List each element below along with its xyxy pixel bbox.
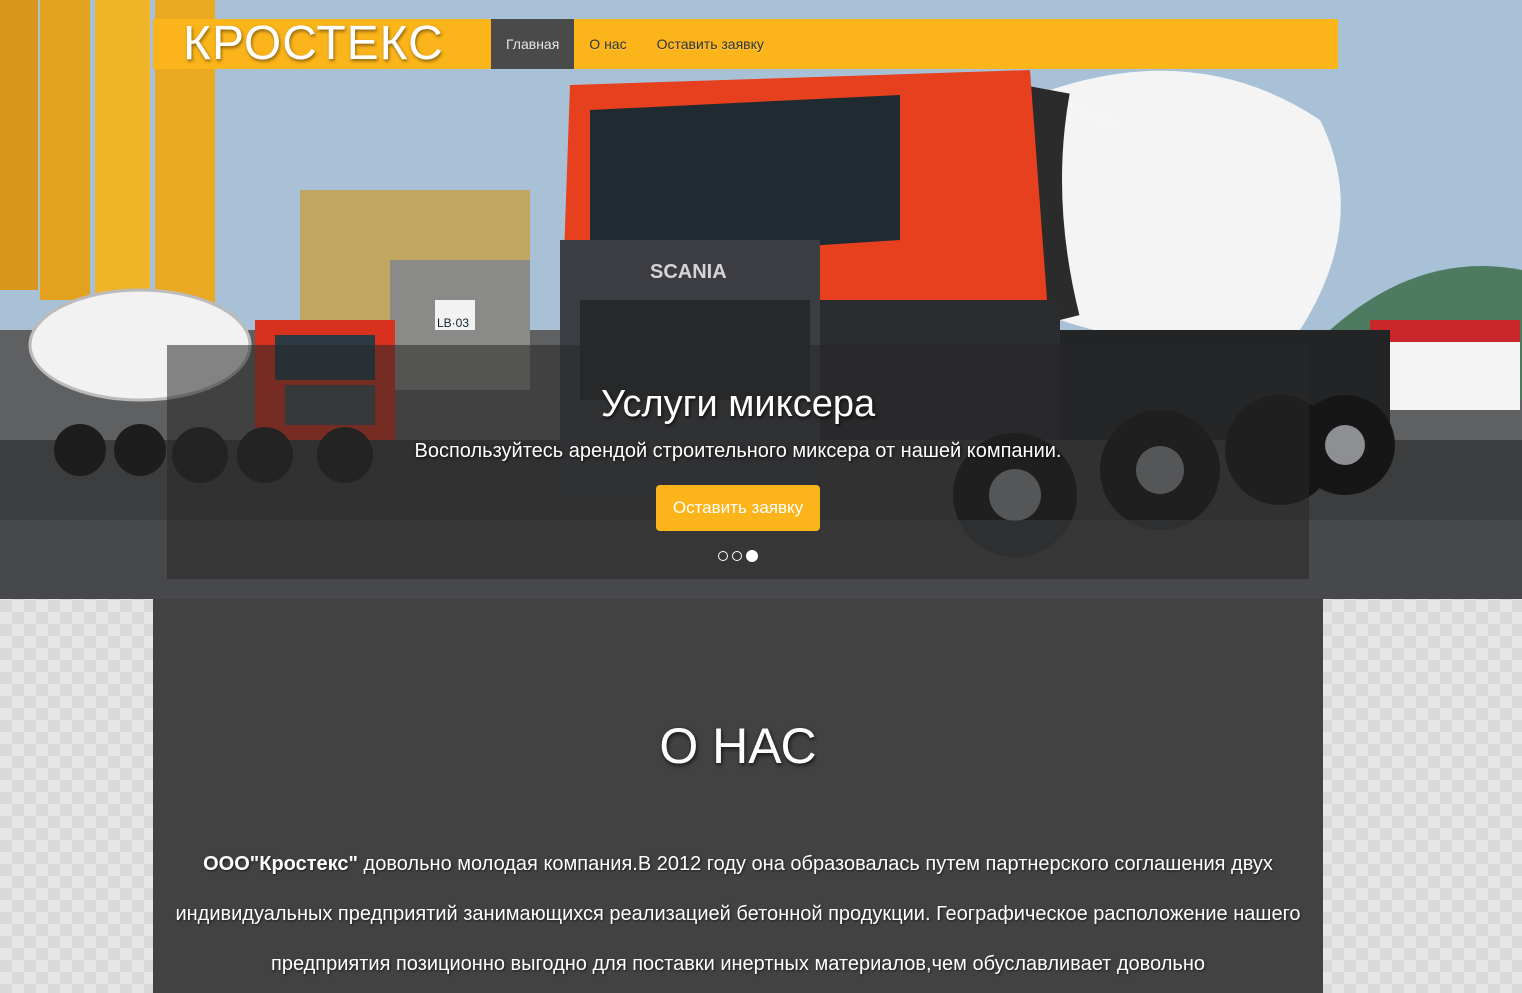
about-heading: О НАС xyxy=(659,718,817,774)
brand-logo[interactable]: КРОСТЕКС xyxy=(153,19,491,69)
navbar: КРОСТЕКС Главная О нас Оставить заявку xyxy=(153,19,1338,69)
nav-item-request[interactable]: Оставить заявку xyxy=(642,19,779,69)
carousel-indicators xyxy=(167,550,1309,562)
carousel-indicator-2[interactable] xyxy=(732,551,742,561)
request-button[interactable]: Оставить заявку xyxy=(655,485,821,531)
hero-carousel: LB·03 Stetter SCANIA КРОСТЕКС Главная О … xyxy=(0,0,1522,599)
nav-item-about[interactable]: О нас xyxy=(574,19,641,69)
truck-brand-text: SCANIA xyxy=(650,261,727,283)
caption-title: Услуги миксера xyxy=(600,383,876,425)
carousel-indicator-1[interactable] xyxy=(718,551,728,561)
caption-subtitle: Воспользуйтесь арендой строительного мик… xyxy=(414,440,1062,462)
about-section: О НАС ООО"Кростекс" довольно молодая ком… xyxy=(153,599,1323,993)
nav-item-home[interactable]: Главная xyxy=(491,19,575,69)
company-name: ООО"Кростекс" xyxy=(203,853,358,875)
about-text: ООО"Кростекс" довольно молодая компания.… xyxy=(171,839,1305,989)
plate-text: LB·03 xyxy=(437,316,469,330)
carousel-indicator-3[interactable] xyxy=(746,550,758,562)
carousel-caption: Услуги миксера Воспользуйтесь арендой ст… xyxy=(167,345,1309,579)
